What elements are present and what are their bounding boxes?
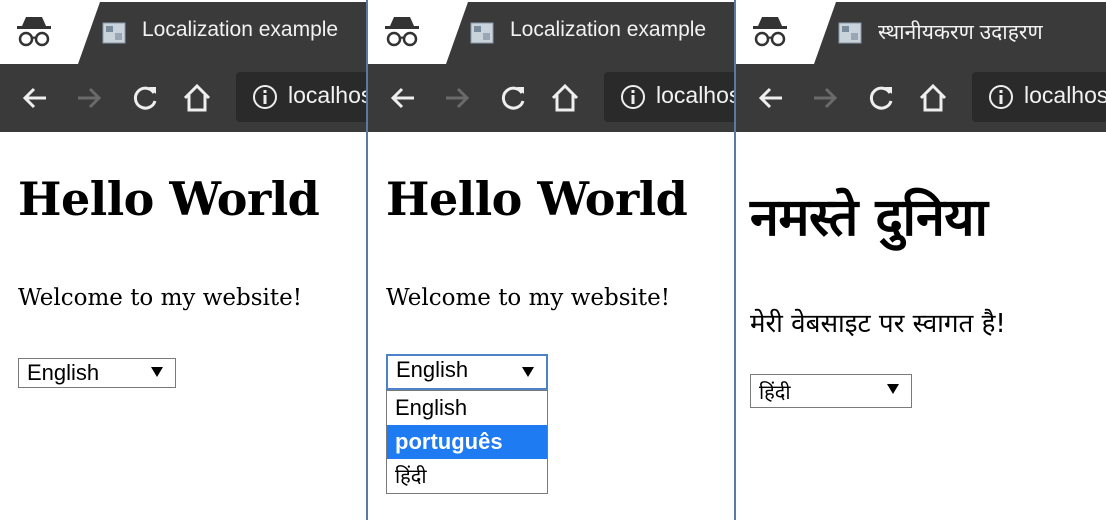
forward-arrow-icon[interactable]: [440, 81, 474, 115]
incognito-icon: [17, 17, 51, 47]
forward-arrow-icon[interactable]: [808, 81, 842, 115]
home-icon[interactable]: [916, 81, 950, 115]
reload-icon[interactable]: [128, 81, 162, 115]
browser-toolbar: localhost: [0, 64, 366, 132]
tab-active[interactable]: स्थानीयकरण उदाहरण: [814, 2, 1106, 64]
page-heading: Hello World: [18, 172, 320, 226]
home-icon[interactable]: [180, 81, 214, 115]
screenshot-composite: Localization example localho Hello World…: [0, 0, 1106, 520]
back-arrow-icon[interactable]: [754, 81, 788, 115]
language-select-value: हिंदी: [759, 380, 791, 404]
tab-strip: Localization example: [0, 0, 366, 64]
welcome-text: Welcome to my website!: [18, 285, 302, 311]
browser-toolbar: localhost: [368, 64, 734, 132]
home-icon[interactable]: [548, 81, 582, 115]
option-portugues[interactable]: português: [387, 425, 547, 459]
info-icon[interactable]: [252, 84, 278, 110]
page-favicon-icon: [102, 22, 126, 44]
incognito-icon: [753, 17, 787, 47]
chevron-down-icon: [887, 384, 899, 394]
back-arrow-icon[interactable]: [386, 81, 420, 115]
tab-active[interactable]: Localization example: [446, 2, 734, 64]
option-hindi[interactable]: हिंदी: [387, 459, 547, 493]
url-text: localhost: [1024, 82, 1106, 108]
welcome-text: Welcome to my website!: [386, 285, 670, 311]
browser-window-english: Localization example localho Hello World…: [0, 0, 366, 520]
welcome-text: मेरी वेबसाइट पर स्वागत है!: [750, 309, 1006, 339]
page-favicon-icon: [470, 22, 494, 44]
option-english[interactable]: English: [387, 391, 547, 425]
page-heading: नमस्ते दुनिया: [750, 188, 988, 248]
back-arrow-icon[interactable]: [18, 81, 52, 115]
language-select-value: English: [396, 357, 469, 382]
forward-arrow-icon[interactable]: [72, 81, 106, 115]
browser-window-hindi: स्थानीयकरण उदाहरण localhost नमस्ते दुनिय…: [734, 0, 1106, 520]
url-text: localhost: [288, 82, 366, 108]
language-select[interactable]: English: [386, 354, 548, 390]
language-select[interactable]: English: [18, 358, 176, 388]
reload-icon[interactable]: [864, 81, 898, 115]
browser-window-dropdown-open: Localization example localho Hello World…: [366, 0, 734, 520]
info-icon[interactable]: [620, 84, 646, 110]
tab-active[interactable]: Localization example: [78, 2, 366, 64]
chevron-down-icon: [522, 367, 534, 377]
incognito-icon: [385, 17, 419, 47]
address-bar[interactable]: localhost: [236, 72, 366, 122]
address-bar[interactable]: localhost: [972, 72, 1106, 122]
address-bar[interactable]: localhost: [604, 72, 734, 122]
language-dropdown-list: English português हिंदी: [386, 390, 548, 494]
tab-title: Localization example: [142, 18, 339, 41]
reload-icon[interactable]: [496, 81, 530, 115]
language-select[interactable]: हिंदी: [750, 374, 912, 408]
tab-strip: Localization example: [368, 0, 734, 64]
tab-title: स्थानीयकरण उदाहरण: [878, 21, 1043, 44]
tab-title: Localization example: [510, 18, 707, 41]
language-select-value: English: [27, 360, 100, 385]
page-favicon-icon: [838, 22, 862, 44]
url-text: localhost: [656, 82, 734, 108]
info-icon[interactable]: [988, 84, 1014, 110]
tab-strip: स्थानीयकरण उदाहरण: [736, 0, 1106, 64]
page-heading: Hello World: [386, 172, 688, 226]
browser-toolbar: localhost: [736, 64, 1106, 132]
chevron-down-icon: [151, 367, 163, 377]
